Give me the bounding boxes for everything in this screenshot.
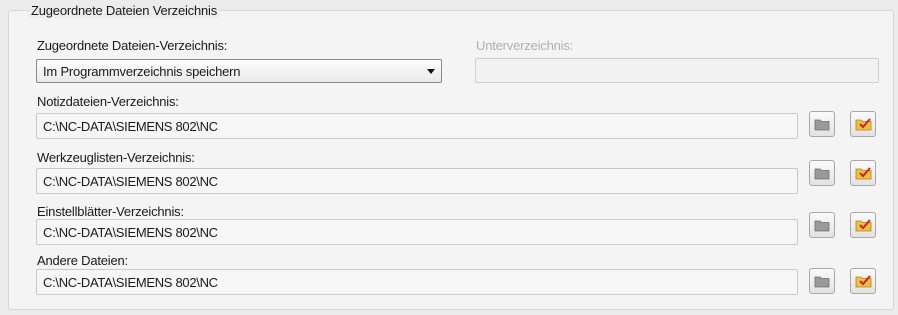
- toollist-dir-path: C:\NC-DATA\SIEMENS 802\NC: [43, 174, 218, 189]
- assigned-dir-dropdown[interactable]: Im Programmverzeichnis speichern: [36, 59, 442, 83]
- setup-sheets-dir-path: C:\NC-DATA\SIEMENS 802\NC: [43, 225, 218, 240]
- folder-icon: [814, 220, 830, 232]
- setup-sheets-dir-input[interactable]: C:\NC-DATA\SIEMENS 802\NC: [36, 219, 798, 245]
- directory-settings-panel: Zugeordnete Dateien Verzeichnis Zugeordn…: [0, 0, 898, 315]
- notes-dir-path: C:\NC-DATA\SIEMENS 802\NC: [43, 119, 218, 134]
- notes-dir-input[interactable]: C:\NC-DATA\SIEMENS 802\NC: [36, 113, 798, 139]
- other-files-dir-input[interactable]: C:\NC-DATA\SIEMENS 802\NC: [36, 269, 798, 295]
- notes-dir-label: Notizdateien-Verzeichnis:: [37, 94, 179, 109]
- toollist-dir-input[interactable]: C:\NC-DATA\SIEMENS 802\NC: [36, 168, 798, 194]
- other-files-dir-confirm-button[interactable]: [850, 268, 876, 294]
- checkmark-folder-icon: [855, 219, 872, 232]
- toollist-dir-label: Werkzeuglisten-Verzeichnis:: [37, 150, 195, 165]
- subdir-input: [475, 58, 879, 83]
- notes-dir-browse-button[interactable]: [809, 111, 835, 137]
- folder-icon: [814, 168, 830, 180]
- checkmark-folder-icon: [855, 275, 872, 288]
- assigned-dir-label: Zugeordnete Dateien-Verzeichnis:: [37, 38, 228, 53]
- chevron-down-icon: [427, 69, 435, 74]
- setup-sheets-dir-label: Einstellblätter-Verzeichnis:: [37, 204, 184, 219]
- checkmark-folder-icon: [855, 167, 872, 180]
- groupbox-title: Zugeordnete Dateien Verzeichnis: [28, 3, 221, 18]
- other-files-dir-path: C:\NC-DATA\SIEMENS 802\NC: [43, 275, 218, 290]
- folder-icon: [814, 276, 830, 288]
- folder-icon: [814, 119, 830, 131]
- setup-sheets-dir-browse-button[interactable]: [809, 212, 835, 238]
- notes-dir-confirm-button[interactable]: [850, 111, 876, 137]
- toollist-dir-confirm-button[interactable]: [850, 160, 876, 186]
- other-files-dir-browse-button[interactable]: [809, 268, 835, 294]
- subdir-label: Unterverzeichnis:: [476, 38, 574, 53]
- setup-sheets-dir-confirm-button[interactable]: [850, 212, 876, 238]
- checkmark-folder-icon: [855, 118, 872, 131]
- assigned-dir-selected-value: Im Programmverzeichnis speichern: [43, 64, 241, 79]
- toollist-dir-browse-button[interactable]: [809, 160, 835, 186]
- other-files-dir-label: Andere Dateien:: [37, 253, 128, 268]
